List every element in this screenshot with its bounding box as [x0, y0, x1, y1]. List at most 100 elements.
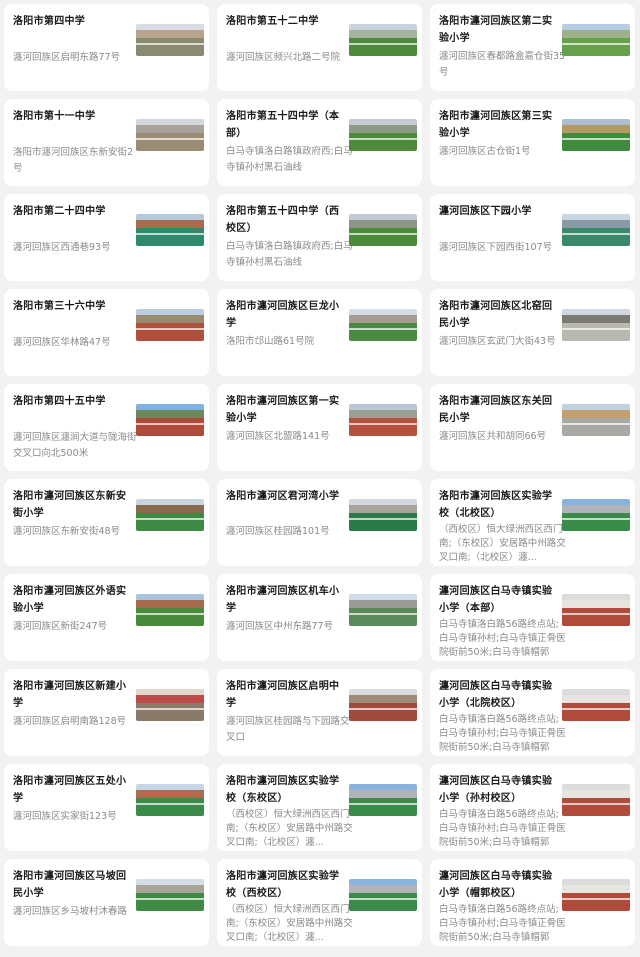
- school-address: 白马寺镇洛白路镇政府西;白马寺镇孙村黑石油线: [226, 241, 353, 268]
- photo-field-line: [562, 328, 630, 331]
- school-name: 洛阳市瀍河回族区启明中学: [226, 681, 340, 709]
- school-photo-thumbnail: [136, 689, 204, 721]
- photo-field-line: [136, 328, 204, 331]
- school-card-grid: 洛阳市第四中学 瀍河回族区启明东路77号 洛阳市第五十二中学 瀍河回族区频兴北路二号院…: [0, 0, 640, 957]
- school-name: 洛阳市瀍河回族区第三实验小学: [439, 111, 553, 139]
- school-address: 瀍河回族区玄武门大街43号: [439, 336, 556, 347]
- photo-field-line: [562, 708, 630, 711]
- photo-field-line: [136, 423, 204, 426]
- school-name: 洛阳市第五十四中学（西校区）: [226, 206, 340, 234]
- school-card[interactable]: 洛阳市瀍河回族区巨龙小学 洛阳市邙山路61号院: [217, 289, 422, 376]
- school-photo-thumbnail: [349, 594, 417, 626]
- school-card[interactable]: 洛阳市瀍河回族区第三实验小学 瀍河回族区古仓街1号: [430, 99, 635, 186]
- school-card[interactable]: 洛阳市瀍河回族区机车小学 瀍河回族区中州东路77号: [217, 574, 422, 661]
- school-name: 洛阳市第四中学: [13, 16, 86, 27]
- school-card[interactable]: 瀍河回族区白马寺镇实验小学（北院校区） 白马寺镇洛白路56路终点站;白马寺镇孙村;…: [430, 669, 635, 756]
- school-card[interactable]: 洛阳市瀍河区君河湾小学 瀍河回族区桂园路101号: [217, 479, 422, 566]
- photo-sports-field: [562, 133, 630, 151]
- school-address: 瀍河回族区北盟路141号: [226, 431, 330, 442]
- school-name: 洛阳市瀍河回族区第一实验小学: [226, 396, 340, 424]
- school-card[interactable]: 洛阳市第五十四中学（西校区） 白马寺镇洛白路镇政府西;白马寺镇孙村黑石油线: [217, 194, 422, 281]
- school-card[interactable]: 洛阳市第二十四中学 瀍河回族区西通巷93号: [4, 194, 209, 281]
- photo-sports-field: [562, 513, 630, 531]
- school-card[interactable]: 洛阳市瀍河回族区实验学校（北校区） （西校区）恒大绿洲西区西门南;（东校区）安居路…: [430, 479, 635, 566]
- school-address: 瀍河回族区西通巷93号: [13, 242, 111, 253]
- school-address: 瀍河回族区瀍涧大道与陇海街交叉口向北500米: [13, 432, 137, 459]
- school-card[interactable]: 洛阳市瀍河回族区第一实验小学瀍河回族区北盟路141号: [217, 384, 422, 471]
- photo-field-line: [562, 233, 630, 236]
- school-card[interactable]: 洛阳市瀍河回族区实验学校（西校区） （西校区）恒大绿洲西区西门南;（东校区）安居路…: [217, 859, 422, 946]
- school-address: 白马寺镇洛白路56路终点站;白马寺镇孙村;白马寺镇正骨医院街前50米;白马寺镇帽…: [439, 619, 566, 658]
- photo-sports-field: [136, 418, 204, 436]
- school-card[interactable]: 洛阳市第四中学 瀍河回族区启明东路77号: [4, 4, 209, 91]
- photo-sports-field: [136, 893, 204, 911]
- school-photo-thumbnail: [136, 879, 204, 911]
- school-card[interactable]: 洛阳市瀍河回族区东新安街小学瀍河回族区东新安街48号: [4, 479, 209, 566]
- school-card[interactable]: 洛阳市瀍河回族区启明中学 瀍河回族区桂园路与下园路交叉口: [217, 669, 422, 756]
- school-card[interactable]: 洛阳市瀍河回族区外语实验小学 瀍河回族区新街247号: [4, 574, 209, 661]
- school-photo-thumbnail: [562, 24, 630, 56]
- photo-sports-field: [349, 703, 417, 721]
- photo-sports-field: [136, 703, 204, 721]
- photo-field-line: [562, 803, 630, 806]
- school-card[interactable]: 洛阳市第四十五中学 瀍河回族区瀍涧大道与陇海街交叉口向北500米: [4, 384, 209, 471]
- school-photo-thumbnail: [136, 499, 204, 531]
- school-address: 瀍河回族区乡马坡村沐春路: [13, 906, 128, 917]
- school-card[interactable]: 洛阳市瀍河回族区东关回民小学 瀍河回族区共和胡同66号: [430, 384, 635, 471]
- school-address: 瀍河回族区春都路盒嘉仓街35号: [439, 51, 566, 78]
- school-name: 瀍河回族区白马寺镇实验小学（北院校区）: [439, 681, 553, 709]
- school-card[interactable]: 洛阳市瀍河回族区第二实验小学 瀍河回族区春都路盒嘉仓街35号: [430, 4, 635, 91]
- school-address: 瀍河回族区频兴北路二号院: [226, 52, 341, 63]
- school-photo-thumbnail: [349, 119, 417, 151]
- school-address: （西校区）恒大绿洲西区西门南;（东校区）安居路中州路交叉口南;（北校区）瀍...: [226, 809, 353, 848]
- school-address: 白马寺镇洛白路56路终点站;白马寺镇孙村;白马寺镇正骨医院街前50米;白马寺镇帽…: [439, 714, 566, 753]
- photo-field-line: [136, 613, 204, 616]
- school-card[interactable]: 洛阳市瀍河回族区马坡回民小学 瀍河回族区乡马坡村沐春路: [4, 859, 209, 946]
- school-card[interactable]: 洛阳市第三十六中学 瀍河回族区华林路47号: [4, 289, 209, 376]
- photo-field-line: [562, 138, 630, 141]
- school-address: 瀍河回族区东新安街48号: [13, 526, 121, 537]
- photo-sports-field: [562, 703, 630, 721]
- school-card[interactable]: 洛阳市第五十四中学（本部） 白马寺镇洛白路镇政府西;白马寺镇孙村黑石油线: [217, 99, 422, 186]
- photo-sports-field: [136, 133, 204, 151]
- photo-field-line: [136, 708, 204, 711]
- photo-sports-field: [136, 228, 204, 246]
- photo-field-line: [349, 898, 417, 901]
- school-name: 洛阳市瀍河回族区东新安街小学: [13, 491, 127, 519]
- photo-sports-field: [562, 323, 630, 341]
- school-photo-thumbnail: [349, 404, 417, 436]
- school-address: 瀍河回族区共和胡同66号: [439, 431, 547, 442]
- school-card[interactable]: 瀍河回族区白马寺镇实验小学（本部） 白马寺镇洛白路56路终点站;白马寺镇孙村;白马…: [430, 574, 635, 661]
- school-card[interactable]: 瀍河回族区白马寺镇实验小学（帽郭校区） 白马寺镇洛白路56路终点站;白马寺镇孙村;…: [430, 859, 635, 946]
- school-name: 洛阳市瀍河回族区北窑回民小学: [439, 301, 553, 329]
- school-address: 瀍河回族区启明南路128号: [13, 716, 127, 727]
- school-address: 洛阳市瀍河回族区东新安街2号: [13, 147, 134, 174]
- school-name: 瀍河回族区白马寺镇实验小学（本部）: [439, 586, 553, 614]
- photo-field-line: [349, 613, 417, 616]
- school-name: 洛阳市第二十四中学: [13, 206, 106, 217]
- school-card[interactable]: 洛阳市第十一中学 洛阳市瀍河回族区东新安街2号: [4, 99, 209, 186]
- school-photo-thumbnail: [136, 24, 204, 56]
- school-card[interactable]: 洛阳市瀍河回族区五处小学 瀍河回族区实家街123号: [4, 764, 209, 851]
- photo-sports-field: [349, 418, 417, 436]
- school-card[interactable]: 瀍河回族区白马寺镇实验小学（孙村校区） 白马寺镇洛白路56路终点站;白马寺镇孙村;…: [430, 764, 635, 851]
- school-photo-thumbnail: [562, 784, 630, 816]
- school-card[interactable]: 瀍河回族区下园小学 瀍河回族区下园西街107号: [430, 194, 635, 281]
- school-name: 瀍河回族区白马寺镇实验小学（帽郭校区）: [439, 871, 553, 899]
- school-photo-thumbnail: [562, 309, 630, 341]
- school-card[interactable]: 洛阳市瀍河回族区新建小学瀍河回族区启明南路128号: [4, 669, 209, 756]
- photo-sports-field: [349, 228, 417, 246]
- school-name: 洛阳市瀍河回族区新建小学: [13, 681, 127, 709]
- photo-sports-field: [136, 798, 204, 816]
- school-photo-thumbnail: [349, 214, 417, 246]
- school-card[interactable]: 洛阳市瀍河回族区北窑回民小学瀍河回族区玄武门大街43号: [430, 289, 635, 376]
- photo-sports-field: [349, 38, 417, 56]
- photo-field-line: [349, 328, 417, 331]
- photo-sports-field: [562, 608, 630, 626]
- school-card[interactable]: 洛阳市瀍河回族区实验学校（东校区） （西校区）恒大绿洲西区西门南;（东校区）安居路…: [217, 764, 422, 851]
- school-card[interactable]: 洛阳市第五十二中学 瀍河回族区频兴北路二号院: [217, 4, 422, 91]
- school-photo-thumbnail: [136, 404, 204, 436]
- school-address: 瀍河回族区华林路47号: [13, 337, 111, 348]
- photo-sports-field: [349, 798, 417, 816]
- photo-field-line: [349, 518, 417, 521]
